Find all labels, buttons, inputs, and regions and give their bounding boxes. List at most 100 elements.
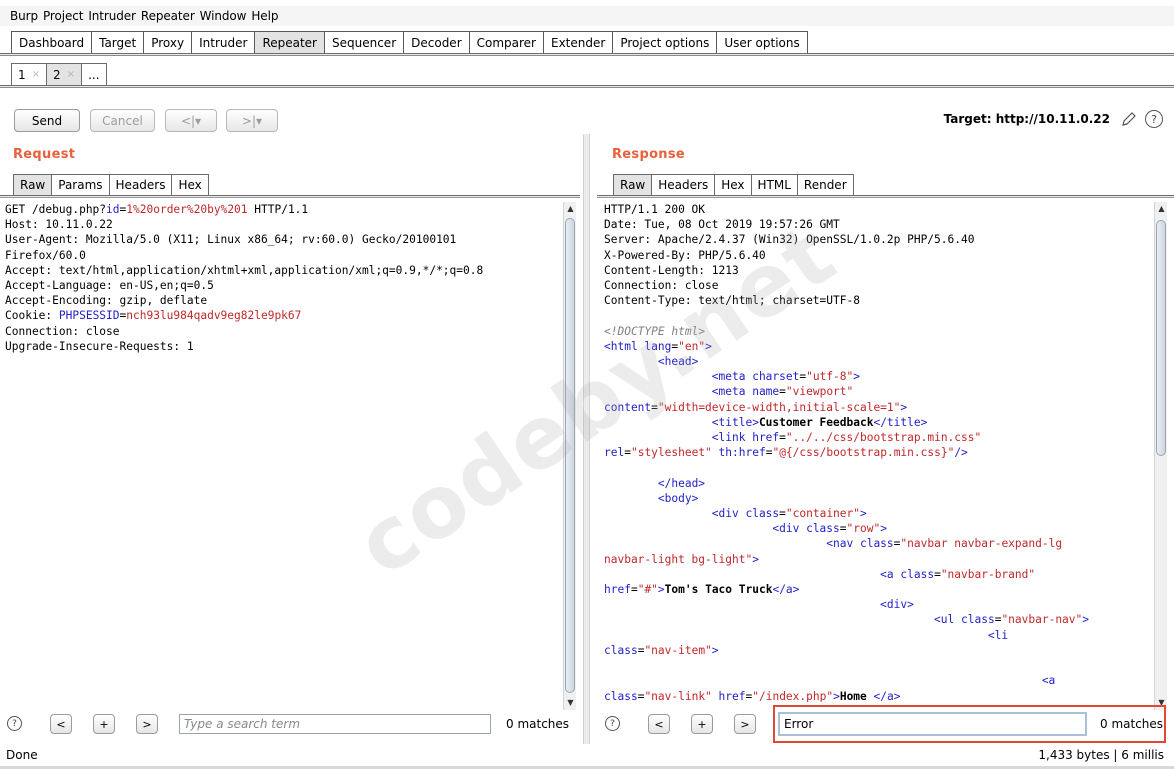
request-tab-hex[interactable]: Hex	[171, 174, 209, 195]
request-line-5: Accept: text/html,application/xhtml+xml,…	[5, 263, 484, 277]
request-line-10: Upgrade-Insecure-Requests: 1	[5, 339, 194, 353]
response-html-line: rel="stylesheet" th:href="@{/css/bootstr…	[604, 446, 968, 460]
request-tab-raw[interactable]: Raw	[13, 174, 53, 195]
request-tab-headers[interactable]: Headers	[108, 174, 173, 195]
repeater-tab-label: 2	[53, 67, 61, 82]
tab-bar-divider	[0, 53, 1174, 56]
request-line-4: Firefox/60.0	[5, 248, 86, 262]
scroll-up-arrow-icon[interactable]: ▲	[1155, 202, 1168, 214]
response-tab-html[interactable]: HTML	[750, 174, 798, 195]
tab-repeater[interactable]: Repeater	[254, 31, 325, 53]
cancel-button[interactable]: Cancel	[90, 109, 155, 132]
scroll-down-arrow-icon[interactable]: ▼	[564, 696, 577, 708]
response-search-prev-button[interactable]: <	[648, 714, 670, 734]
pencil-icon[interactable]	[1121, 111, 1137, 127]
tab-proxy[interactable]: Proxy	[143, 31, 193, 53]
new-tab-button[interactable]: ...	[81, 63, 107, 85]
request-tabs: Raw Params Headers Hex	[13, 174, 209, 195]
response-html-line: <link href="../../css/bootstrap.min.css"	[711, 431, 982, 445]
response-html-line: <meta name="viewport"	[711, 385, 854, 399]
response-html-line: <div class="row">	[772, 522, 887, 536]
back-button[interactable]: <|▾	[165, 109, 217, 132]
request-search-next-button[interactable]: >	[136, 714, 158, 734]
tab-user-options[interactable]: User options	[716, 31, 808, 53]
response-html-line: <nav class="navbar navbar-expand-lg	[826, 537, 1063, 551]
request-editor[interactable]: GET /debug.php?id=1%20order%20by%201 HTT…	[5, 202, 560, 700]
request-line-3: User-Agent: Mozilla/5.0 (X11; Linux x86_…	[5, 233, 457, 247]
menu-project[interactable]: Project	[43, 9, 83, 23]
tab-comparer[interactable]: Comparer	[468, 31, 544, 53]
response-html-line: </head>	[657, 476, 706, 490]
request-tab-params[interactable]: Params	[51, 174, 110, 195]
response-line: Content-Length: 1213	[604, 263, 739, 277]
response-line: Content-Type: text/html; charset=UTF-8	[604, 294, 860, 308]
response-html-line: <meta charset="utf-8">	[711, 370, 861, 384]
response-search-next-button[interactable]: >	[734, 714, 756, 734]
response-title: Response	[612, 147, 686, 162]
response-html-line: class="nav-link" href="/index.php">Home …	[604, 689, 901, 703]
response-help-icon[interactable]: ?	[605, 716, 620, 731]
request-search-input[interactable]: Type a search term	[179, 714, 491, 734]
response-editor[interactable]: HTTP/1.1 200 OK Date: Tue, 08 Oct 2019 19…	[604, 202, 1152, 702]
response-html-line: class="nav-item">	[604, 643, 719, 657]
request-title: Request	[13, 147, 76, 162]
pane-splitter[interactable]	[583, 134, 590, 744]
response-line: Server: Apache/2.4.37 (Win32) OpenSSL/1.…	[604, 233, 975, 247]
sub-tab-divider	[0, 85, 1174, 88]
request-search-prev-button[interactable]: <	[50, 714, 72, 734]
request-tab-divider	[0, 195, 580, 198]
response-tab-divider	[597, 195, 1174, 198]
tab-target[interactable]: Target	[91, 31, 145, 53]
close-icon[interactable]: ×	[67, 69, 75, 80]
request-line-8: Cookie: PHPSESSID=nch93lu984qadv9eg82le9…	[5, 309, 302, 323]
response-size-timing: 1,433 bytes | 6 millis	[1038, 748, 1164, 762]
response-html-line: <html lang="en">	[604, 339, 712, 353]
request-line-1: GET /debug.php?id=1%20order%20by%201 HTT…	[5, 203, 309, 216]
request-match-count: 0 matches	[506, 717, 570, 731]
menu-help[interactable]: Help	[251, 9, 278, 23]
send-button[interactable]: Send	[14, 109, 80, 132]
response-line: X-Powered-By: PHP/5.6.40	[604, 248, 766, 262]
menu-intruder[interactable]: Intruder	[88, 9, 136, 23]
repeater-tab-2[interactable]: 2 ×	[46, 63, 83, 85]
scroll-up-arrow-icon[interactable]: ▲	[564, 202, 577, 214]
response-tab-render[interactable]: Render	[796, 174, 854, 195]
response-tab-raw[interactable]: Raw	[613, 174, 653, 195]
menu-repeater[interactable]: Repeater	[141, 9, 195, 23]
response-html-line: <ul class="navbar-nav">	[934, 613, 1090, 627]
request-scrollbar[interactable]: ▲ ▼	[563, 202, 576, 710]
tab-extender[interactable]: Extender	[543, 31, 614, 53]
response-html-line: content="width=device-width,initial-scal…	[604, 400, 908, 414]
tab-dashboard[interactable]: Dashboard	[11, 31, 93, 53]
request-line-6: Accept-Language: en-US,en;q=0.5	[5, 279, 214, 293]
scroll-thumb[interactable]	[1156, 220, 1166, 456]
response-line: Connection: close	[604, 279, 719, 293]
menu-bar: Burp Project Intruder Repeater Window He…	[0, 6, 1174, 26]
tab-project-options[interactable]: Project options	[612, 31, 718, 53]
response-html-line: <a class="navbar-brand"	[880, 567, 1036, 581]
response-scrollbar[interactable]: ▲ ▼	[1154, 202, 1167, 710]
response-html-line: <li	[987, 628, 1009, 642]
response-tab-headers[interactable]: Headers	[651, 174, 716, 195]
request-line-9: Connection: close	[5, 324, 120, 338]
repeater-tab-1[interactable]: 1 ×	[11, 63, 48, 85]
forward-button[interactable]: >|▾	[226, 109, 278, 132]
annotation-highlight-box	[773, 705, 1166, 743]
request-search-add-button[interactable]: +	[93, 714, 115, 734]
response-html-line: <body>	[657, 491, 699, 505]
help-icon[interactable]: ?	[1145, 110, 1163, 128]
response-html-line: <a	[1041, 674, 1056, 688]
repeater-tab-bar: 1 × 2 × ...	[11, 63, 107, 85]
response-search-add-button[interactable]: +	[691, 714, 713, 734]
tab-sequencer[interactable]: Sequencer	[324, 31, 405, 53]
response-html-line: href="#">Tom's Taco Truck</a>	[604, 583, 800, 597]
response-line: HTTP/1.1 200 OK	[604, 203, 706, 216]
response-tab-hex[interactable]: Hex	[714, 174, 752, 195]
menu-burp[interactable]: Burp	[10, 9, 38, 23]
menu-window[interactable]: Window	[200, 9, 247, 23]
scroll-thumb[interactable]	[565, 218, 575, 693]
request-help-icon[interactable]: ?	[7, 716, 22, 731]
close-icon[interactable]: ×	[32, 69, 40, 80]
tab-intruder[interactable]: Intruder	[191, 31, 256, 53]
tab-decoder[interactable]: Decoder	[403, 31, 470, 53]
